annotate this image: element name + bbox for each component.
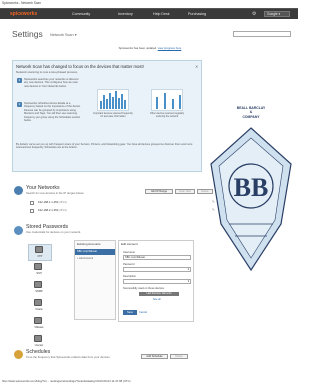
cancel-link[interactable]: Cancel — [139, 311, 147, 314]
company-logo: BEALL BARCLAY & COMPANY BB — [207, 106, 295, 276]
network-ip-version: (IPv4) — [59, 200, 67, 204]
frequent-scan-illustration — [97, 89, 129, 111]
add-account-label: Add Account — [79, 257, 94, 260]
schedules-subtitle: Tune the frequency that Spiceworks colle… — [26, 355, 111, 359]
company-logo-text: BEALL BARCLAY & COMPANY — [215, 106, 287, 119]
info-subheading: Network scanning is now a two-phased pro… — [16, 70, 78, 74]
page-subtitle-label: Network Scan — [50, 33, 74, 37]
used-on-label: Successfully used on these devices — [123, 287, 164, 290]
last-used-badge: Last Success: last scan — [139, 292, 179, 296]
user-menu-label: Google — [267, 12, 278, 16]
vmware-icon — [34, 317, 42, 324]
password-field[interactable]: ▾ — [123, 267, 191, 272]
description-field[interactable]: ▾ — [123, 279, 191, 284]
svg-text:BB: BB — [234, 173, 269, 202]
monogram-emblem-icon: BB — [210, 127, 292, 272]
sync-notice: Spiceworks has been updated. view progre… — [60, 46, 240, 50]
gear-icon[interactable]: ⚙ — [252, 11, 259, 17]
protocol-label: vCenter — [34, 344, 44, 347]
protocol-label: SNMP — [35, 290, 43, 293]
protocol-vmware[interactable]: VMware — [28, 316, 52, 333]
browser-title: Spiceworks - Network Scan — [2, 1, 41, 5]
network-ip-range: 192.168.2.1-254 — [38, 208, 59, 212]
see-all-link[interactable]: See all — [153, 298, 161, 301]
username-label: Username — [123, 251, 135, 254]
nav-help-desk[interactable]: Help Desk — [153, 12, 170, 16]
protocol-label: SSH — [36, 272, 42, 275]
protocol-label: FTP — [37, 255, 43, 258]
network-ip: 192.168.2.1-254 (IPv4) — [38, 208, 67, 212]
info-footer-text: By default, we've set you up with freque… — [16, 143, 193, 150]
protocol-label: Oracle — [35, 308, 43, 311]
protocol-label: VMware — [34, 326, 44, 329]
step-number: 1 — [17, 78, 22, 83]
illustration-caption: Important devices scanned frequently for… — [93, 112, 133, 118]
add-schedule-button[interactable]: Add Schedule — [141, 354, 168, 359]
save-button[interactable]: Save — [123, 310, 137, 315]
edit-header: Edit Account — [121, 242, 138, 246]
network-checkbox[interactable] — [30, 201, 34, 205]
network-row[interactable]: 192.168.2.1-254 (IPv4) ✎ — [30, 208, 220, 214]
scan-now-button[interactable]: Scan Now — [175, 189, 195, 194]
snmp-icon — [34, 281, 42, 288]
account-item[interactable]: SBC corp\blkuser — [75, 249, 115, 255]
network-ip: 192.168.1.1-254 (IPv4) — [38, 200, 67, 204]
oracle-icon — [34, 299, 42, 306]
network-ip-version: (IPv4) — [59, 208, 67, 212]
networks-icon — [14, 186, 23, 195]
passwords-icon — [14, 226, 23, 235]
step-text: Spiceworks searches your networks to dis… — [24, 78, 79, 88]
add-ip-range-button[interactable]: Add IP Range — [145, 189, 173, 194]
username-field[interactable]: SBC corp\blkuser — [123, 255, 191, 260]
nav-purchasing[interactable]: Purchasing — [188, 12, 206, 16]
logo-text: spiceworks — [10, 11, 38, 17]
sync-notice-text: Spiceworks has been updated. — [118, 46, 157, 50]
page-subtitle[interactable]: Network Scan ▾ — [50, 32, 77, 37]
regular-scan-illustration — [151, 89, 183, 111]
nav-community[interactable]: Community — [72, 12, 90, 16]
password-label: Password — [123, 263, 135, 266]
sync-progress-link[interactable]: view progress here — [158, 46, 182, 50]
protocol-ssh[interactable]: SSH — [28, 262, 52, 279]
ftp-icon — [35, 246, 43, 253]
info-heading: Network Scan has changed to focus on the… — [16, 64, 144, 69]
accounts-header: Existing Accounts — [77, 242, 101, 246]
page-title: Settings — [12, 29, 43, 39]
close-icon[interactable]: ✕ — [195, 64, 200, 69]
nav-inventory[interactable]: Inventory — [118, 12, 133, 16]
protocol-ftp[interactable]: FTP — [28, 244, 52, 261]
protocol-oracle[interactable]: Oracle — [28, 298, 52, 315]
username-value: SBC corp\blkuser — [125, 256, 146, 259]
add-account-link[interactable]: + Add Account — [77, 257, 93, 260]
search-input[interactable] — [233, 31, 291, 37]
footer-url: http://www.spiceworks.com/blog/?s=... /s… — [2, 379, 131, 383]
existing-accounts-panel: Existing Accounts SBC corp\blkuser + Add… — [74, 240, 116, 320]
network-ip-range: 192.168.1.1-254 — [38, 200, 59, 204]
user-menu[interactable]: Google ▾ — [264, 11, 290, 17]
schedules-icon — [14, 350, 23, 359]
network-checkbox[interactable] — [30, 209, 34, 213]
vcenter-icon — [34, 335, 42, 342]
step-text: Spiceworks refreshes device details at a… — [24, 102, 81, 123]
illustration-caption: Other devices scanned regularly reducing… — [149, 112, 185, 118]
logo-line: COMPANY — [242, 114, 260, 119]
network-row[interactable]: 192.168.1.1-254 (IPv4) ✎ — [30, 200, 220, 206]
passwords-subtitle: Use credentials for devices on your netw… — [26, 230, 82, 234]
top-nav-bar: spiceworks Community Inventory Help Desk… — [0, 8, 298, 19]
edit-account-panel: Edit Account Username SBC corp\blkuser P… — [118, 240, 194, 322]
networks-subtitle: Search for new devices in the IP ranges … — [26, 191, 85, 195]
delete-schedule-button[interactable]: Delete — [170, 354, 188, 359]
step-number: 2 — [17, 102, 22, 107]
description-label: Description — [123, 275, 136, 278]
protocol-snmp[interactable]: SNMP — [28, 280, 52, 297]
app-logo[interactable]: spiceworks — [10, 11, 37, 17]
info-panel: Network Scan has changed to focus on the… — [12, 60, 202, 172]
ssh-icon — [34, 263, 42, 270]
